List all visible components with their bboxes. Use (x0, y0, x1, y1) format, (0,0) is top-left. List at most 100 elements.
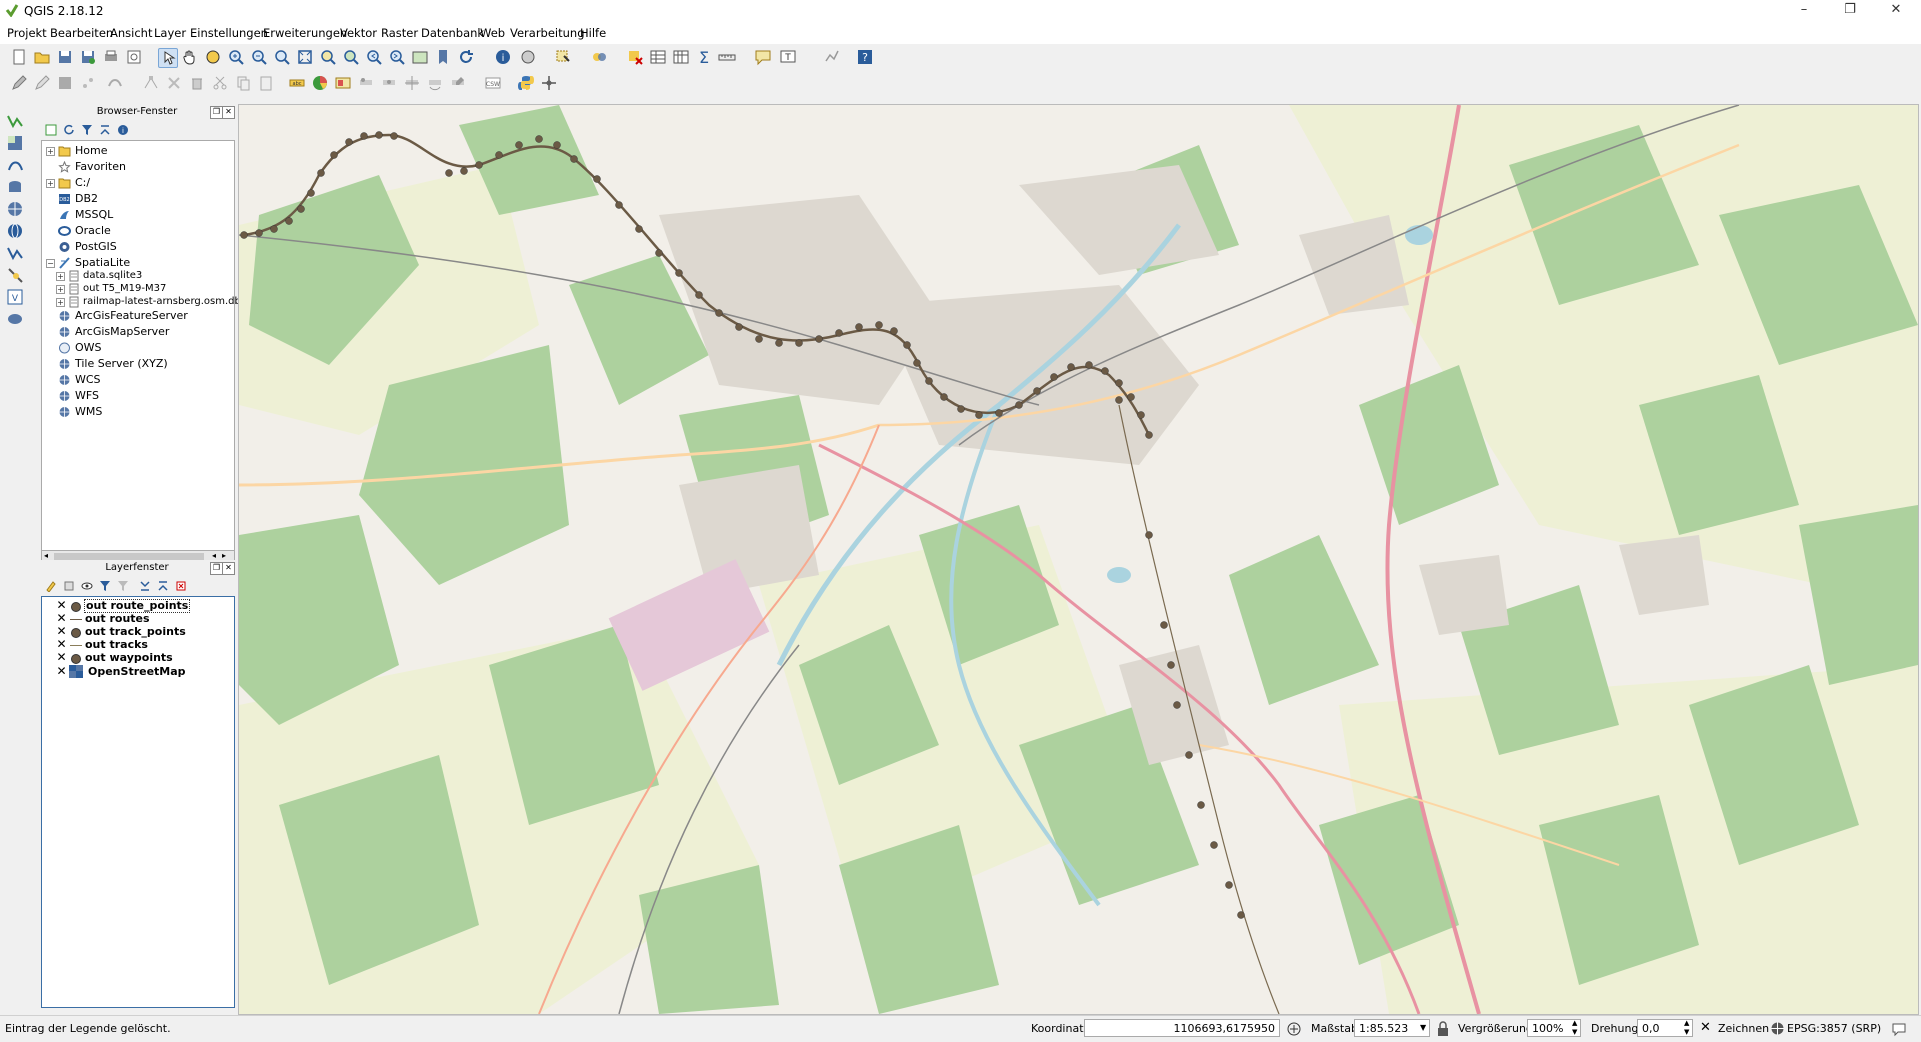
select-features-icon[interactable] (554, 48, 572, 66)
zoom-last-icon[interactable] (365, 48, 383, 66)
styling-icon[interactable] (45, 580, 57, 593)
scroll-left-arrow-icon[interactable]: ◂ (44, 551, 48, 560)
minimize-button[interactable]: – (1781, 0, 1827, 22)
layer-visibility-checkbox[interactable]: ✕ (56, 665, 67, 677)
menu-verarbeitung[interactable]: Verarbeitung (510, 26, 585, 40)
touch-zoom-icon[interactable] (158, 48, 178, 68)
layer-tree[interactable]: ✕ out route_points ✕ out routes ✕ out tr… (41, 596, 235, 1008)
add-selected-layer-icon[interactable] (45, 124, 57, 136)
collapse-icon[interactable]: − (46, 259, 55, 268)
layer-visibility-checkbox[interactable]: ✕ (56, 638, 67, 650)
add-raster-layer-icon[interactable] (6, 134, 26, 152)
delete-selected-icon[interactable] (165, 74, 183, 92)
scrollbar-thumb[interactable] (54, 553, 204, 560)
remove-layer-icon[interactable] (175, 580, 187, 592)
zoom-full-icon[interactable] (296, 48, 314, 66)
select-by-value-icon[interactable] (590, 48, 608, 66)
scroll-left-end-icon[interactable]: ◂ (212, 551, 216, 560)
rotation-spin-arrows-icon[interactable]: ▲ ▼ (1684, 1019, 1689, 1037)
menu-hilfe[interactable]: Hilfe (580, 26, 606, 40)
cut-features-icon[interactable] (211, 74, 229, 92)
add-group-icon[interactable] (63, 580, 75, 592)
expand-icon[interactable]: + (56, 298, 65, 307)
pan-map-icon[interactable] (181, 48, 199, 66)
map-canvas[interactable] (238, 104, 1919, 1015)
virtual-layer-icon[interactable]: V (6, 288, 26, 306)
expand-icon[interactable]: + (56, 285, 65, 294)
browser-tree[interactable]: + Home Favoriten + C:/ DB2 DB2 MSSQL Ora… (41, 140, 241, 552)
layer-visibility-checkbox[interactable]: ✕ (56, 625, 67, 637)
new-shapefile-icon[interactable] (6, 266, 26, 284)
move-feature-icon[interactable] (106, 74, 124, 92)
csw-icon[interactable]: CSW (484, 74, 502, 92)
node-tool-icon[interactable] (142, 74, 160, 92)
refresh-browser-icon[interactable] (63, 124, 75, 136)
measure-line-icon[interactable] (718, 48, 736, 66)
menu-datenbank[interactable]: Datenbank (421, 26, 484, 40)
close-button[interactable]: ✕ (1873, 0, 1919, 22)
collapse-all-icon[interactable] (99, 124, 111, 136)
expand-all-icon[interactable] (139, 580, 151, 592)
render-checkbox[interactable]: ✕ (1700, 1020, 1711, 1035)
rotate-label-icon[interactable] (426, 74, 444, 92)
scale-combobox[interactable]: 1:85.523 (1354, 1019, 1430, 1037)
map-tips-icon[interactable] (754, 48, 772, 66)
pin-labels-icon[interactable] (357, 74, 375, 92)
zoom-native-icon[interactable] (273, 48, 291, 66)
scroll-right-arrow-icon[interactable]: ▸ (222, 551, 226, 560)
refresh-icon[interactable] (457, 48, 475, 66)
expand-icon[interactable]: + (56, 272, 65, 281)
filter-legend-icon[interactable] (99, 580, 111, 592)
crs-globe-icon[interactable] (1770, 1021, 1785, 1036)
toggle-extents-icon[interactable] (1286, 1021, 1302, 1037)
identify-features-icon[interactable]: i (494, 48, 512, 66)
python-console-icon[interactable] (517, 74, 535, 92)
add-delimited-text-icon[interactable] (6, 156, 26, 174)
maximize-button[interactable]: ❐ (1827, 0, 1873, 22)
add-wcs-layer-icon[interactable] (6, 222, 26, 240)
text-annotation-icon[interactable]: T (779, 48, 797, 66)
collapse-all-icon[interactable] (157, 580, 169, 592)
menu-projekt[interactable]: Projekt (7, 26, 47, 40)
highlight-pinned-labels-icon[interactable] (334, 74, 352, 92)
save-as-icon[interactable] (79, 48, 97, 66)
messages-icon[interactable] (1891, 1021, 1907, 1037)
new-project-icon[interactable] (10, 48, 28, 66)
change-label-icon[interactable] (449, 74, 467, 92)
add-oracle-layer-icon[interactable] (6, 310, 26, 328)
menu-raster[interactable]: Raster (381, 26, 418, 40)
expand-icon[interactable]: + (46, 147, 55, 156)
trash-icon[interactable] (188, 74, 206, 92)
move-annotation-icon[interactable] (823, 48, 841, 66)
attribute-table-icon[interactable] (649, 48, 667, 66)
menu-vektor[interactable]: Vektor (340, 26, 377, 40)
current-edits-icon[interactable] (10, 74, 28, 92)
copy-features-icon[interactable] (234, 74, 252, 92)
coordinate-field[interactable]: 1106693,6175950 (1084, 1019, 1280, 1037)
pan-to-selection-icon[interactable] (204, 48, 222, 66)
properties-icon[interactable]: i (117, 124, 129, 136)
new-map-view-icon[interactable] (411, 48, 429, 66)
label-icon[interactable]: abc (288, 74, 306, 92)
statistical-summary-icon[interactable]: Σ (695, 48, 713, 67)
add-wms-layer-icon[interactable] (6, 200, 26, 218)
zoom-in-icon[interactable] (227, 48, 245, 66)
zoom-to-selection-icon[interactable] (319, 48, 337, 66)
manage-themes-icon[interactable] (81, 580, 93, 592)
zoom-to-layer-icon[interactable] (342, 48, 360, 66)
zoom-out-icon[interactable] (250, 48, 268, 66)
magnifier-spin-arrows-icon[interactable]: ▲ ▼ (1572, 1019, 1577, 1037)
show-hide-labels-icon[interactable] (380, 74, 398, 92)
georeferencer-icon[interactable] (540, 74, 558, 92)
close-panel-icon[interactable]: ✕ (222, 562, 235, 575)
menu-bearbeiten[interactable]: Bearbeiten (50, 26, 113, 40)
layer-visibility-checkbox[interactable]: ✕ (56, 599, 67, 611)
toggle-editing-icon[interactable] (33, 74, 51, 92)
open-project-icon[interactable] (33, 48, 51, 66)
composer-manager-icon[interactable] (125, 48, 143, 66)
menu-layer[interactable]: Layer (154, 26, 186, 40)
run-action-icon[interactable] (519, 48, 537, 66)
new-bookmark-icon[interactable] (434, 48, 452, 66)
menu-ansicht[interactable]: Ansicht (110, 26, 152, 40)
close-panel-icon[interactable]: ✕ (222, 106, 235, 119)
